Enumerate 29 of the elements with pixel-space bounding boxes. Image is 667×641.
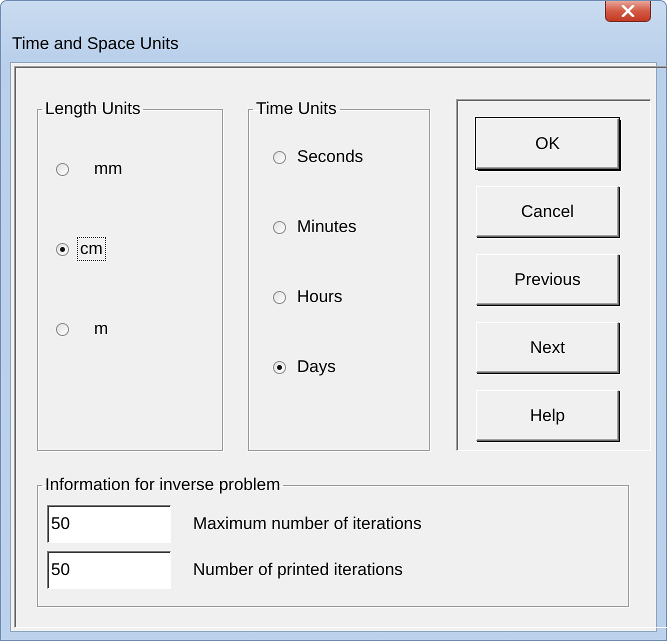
number-field[interactable]: 50 xyxy=(47,551,171,589)
radio-button[interactable] xyxy=(273,290,286,304)
radio-option[interactable]: Days xyxy=(273,355,429,379)
close-button[interactable] xyxy=(605,1,651,22)
radio-button[interactable] xyxy=(56,242,69,256)
field-label: Number of printed iterations xyxy=(193,560,403,580)
dialog-button[interactable]: Cancel xyxy=(476,186,619,237)
window-title: Time and Space Units xyxy=(12,34,179,54)
dialog-button[interactable]: Next xyxy=(476,322,619,373)
radio-option[interactable]: m xyxy=(56,317,222,341)
radio-option[interactable]: Seconds xyxy=(273,145,429,169)
group-label: Time Units xyxy=(255,99,338,119)
close-icon xyxy=(621,5,635,17)
field-label: Maximum number of iterations xyxy=(193,514,422,534)
dialog-button[interactable]: Previous xyxy=(476,254,619,305)
radio-option[interactable]: cm xyxy=(56,237,222,261)
radio-option[interactable]: mm xyxy=(56,157,222,181)
group-label: Length Units xyxy=(44,99,142,119)
radio-button[interactable] xyxy=(273,360,286,374)
radio-option[interactable]: Hours xyxy=(273,285,429,309)
dialog-button[interactable]: Help xyxy=(476,390,619,441)
radio-button[interactable] xyxy=(273,150,286,164)
radio-option[interactable]: Minutes xyxy=(273,215,429,239)
number-field[interactable]: 50 xyxy=(47,505,171,543)
radio-button[interactable] xyxy=(56,322,69,336)
group-label: Information for inverse problem xyxy=(44,475,282,495)
radio-button[interactable] xyxy=(56,162,69,176)
dialog-button[interactable]: OK xyxy=(476,118,619,169)
radio-button[interactable] xyxy=(273,220,286,234)
